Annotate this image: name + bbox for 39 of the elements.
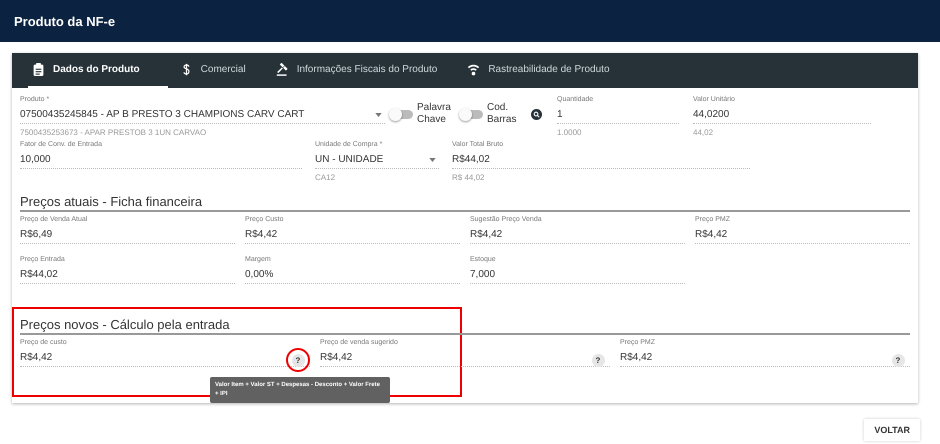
input-field[interactable]: 44,0200 bbox=[693, 106, 871, 124]
section-title: Preços novos - Cálculo pela entrada bbox=[20, 317, 910, 335]
toggle-switch[interactable] bbox=[391, 110, 413, 118]
clipboard-icon bbox=[32, 63, 45, 76]
tab[interactable]: Informações Fiscais do Produto bbox=[272, 53, 456, 88]
caret-icon bbox=[375, 112, 382, 116]
input-field[interactable]: R$4,42 bbox=[245, 226, 460, 244]
help-button[interactable]: ? bbox=[892, 354, 904, 366]
page-title: Produto da NF-e bbox=[14, 14, 116, 28]
section-title: Preços atuais - Ficha financeira bbox=[20, 194, 910, 212]
field-hint: 44,02 bbox=[693, 128, 714, 137]
field-hint: 7500435253673 - APAR PRESTOB 3 1UN CARVAO bbox=[20, 128, 208, 137]
input-field[interactable]: R$4,42 bbox=[470, 226, 685, 244]
search-icon[interactable] bbox=[531, 108, 542, 120]
field-hint: 1.0000 bbox=[557, 128, 582, 137]
input-field[interactable]: 0,00% bbox=[245, 266, 460, 284]
tab[interactable]: Comercial bbox=[176, 53, 264, 88]
help-button[interactable]: ? bbox=[592, 354, 604, 366]
input-field[interactable]: 7,000 bbox=[470, 266, 685, 284]
toggle-label: Cod. Barras bbox=[487, 102, 518, 126]
tab[interactable]: Rastreabilidade de Produto bbox=[463, 53, 628, 88]
input-field[interactable]: R$6,49 bbox=[20, 226, 235, 244]
toggle-label: Palavra Chave bbox=[417, 102, 452, 126]
gavel-icon bbox=[276, 63, 289, 76]
input-field[interactable]: R$44,02 bbox=[20, 266, 235, 284]
caret-icon bbox=[429, 158, 436, 162]
unit-select[interactable]: UN - UNIDADE bbox=[315, 151, 439, 169]
input-field[interactable]: R$4,42 bbox=[695, 226, 910, 244]
back-button[interactable]: VOLTAR bbox=[864, 419, 920, 441]
toggle-switch[interactable] bbox=[461, 110, 483, 118]
input-field[interactable]: 10,000 bbox=[20, 151, 302, 169]
signal-icon bbox=[467, 63, 480, 76]
input-field[interactable]: 1 bbox=[557, 106, 679, 124]
field-hint: CA12 bbox=[315, 173, 336, 182]
product-select[interactable]: 07500435245845 - AP B PRESTO 3 CHAMPIONS CARV CART bbox=[20, 106, 385, 124]
field-hint: R$ 44,02 bbox=[452, 173, 486, 182]
tab[interactable]: Dados do Produto bbox=[28, 53, 168, 88]
help-button[interactable]: ? bbox=[292, 354, 304, 366]
input-field[interactable]: R$44,02 bbox=[452, 151, 750, 169]
